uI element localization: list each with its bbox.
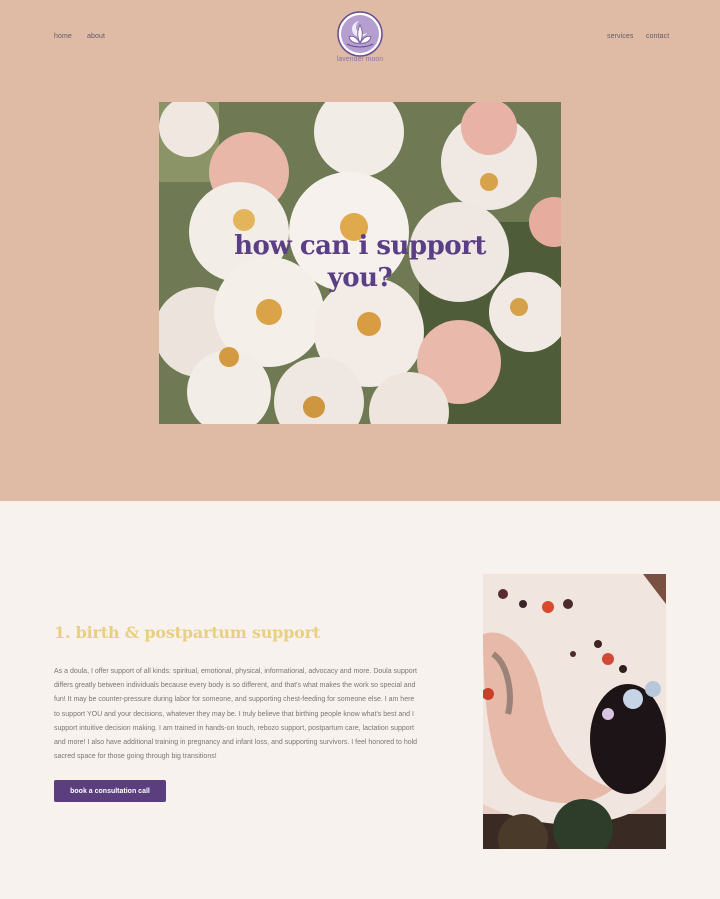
hero-title-line-1: how can i support [234,231,486,261]
service-title: 1. birth & postpartum support [54,623,321,642]
hero-section: home about services contact lavender moo… [0,0,720,501]
hero-title-line-2: you? [327,263,393,293]
nav-about-link[interactable]: about [87,33,105,40]
flower-bath-photo [483,574,666,849]
service-description: As a doula, I offer support of all kinds… [54,668,418,761]
nav-services-link[interactable]: services [607,33,633,40]
book-consultation-button[interactable]: book a consultation call [54,780,166,802]
nav-home-link[interactable]: home [54,33,72,40]
hero-title: how can i support you? [159,230,561,294]
site-logo[interactable]: lavender moon [336,11,384,65]
lotus-moon-logo-icon [337,11,383,57]
nav-contact-link[interactable]: contact [646,33,669,40]
logo-text: lavender moon [336,56,384,63]
